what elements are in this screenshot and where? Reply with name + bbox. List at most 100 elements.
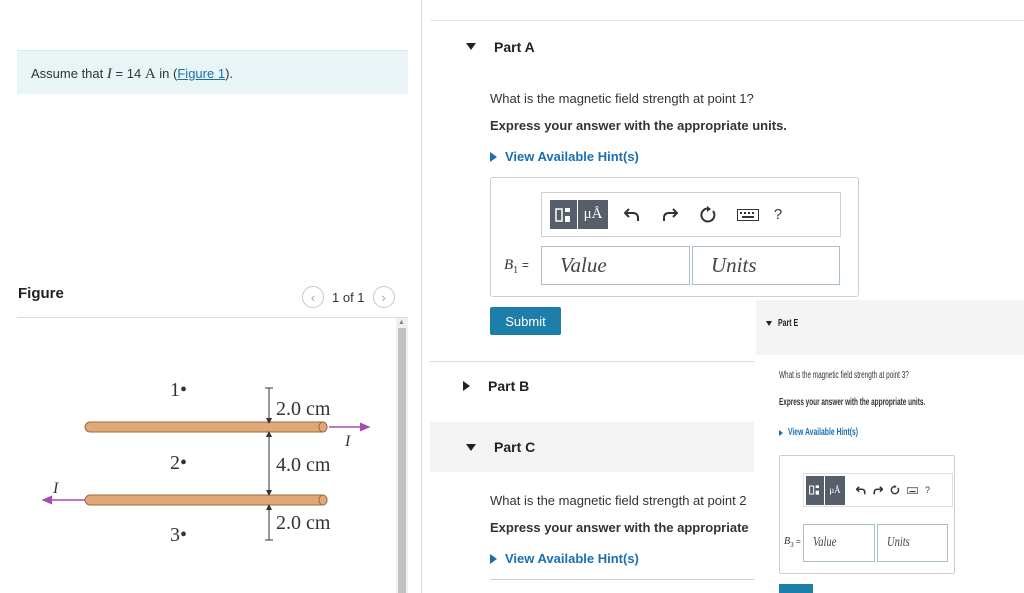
variable-subscript: 3 [790, 541, 794, 549]
scroll-thumb[interactable] [398, 328, 406, 593]
expand-icon [490, 553, 497, 564]
variable-equals: = [796, 537, 801, 546]
part-a-toolbar: μÅ ? [541, 192, 841, 237]
bottom-wire [84, 494, 328, 506]
part-a-question: What is the magnetic field strength at p… [490, 91, 754, 106]
next-figure-button[interactable]: › [372, 286, 395, 308]
part-c-question: What is the magnetic field strength at p… [490, 493, 747, 508]
scroll-up-icon[interactable]: ▲ [398, 319, 405, 326]
units-placeholder: Units [711, 253, 757, 277]
variable-equals: = [521, 258, 529, 272]
assume-statement: Assume that I = 14 A in (Figure 1). [17, 50, 408, 94]
point-2-label: 2• [170, 452, 187, 474]
figure-scrollbar[interactable]: ▲ [396, 318, 408, 593]
top-wire [84, 421, 328, 433]
bottom-current-label: I [52, 480, 59, 497]
point-1-label: 1• [170, 379, 187, 401]
part-c-hint-link[interactable]: View Available Hint(s) [490, 551, 639, 566]
template-icon [809, 485, 819, 495]
undo-icon [624, 207, 639, 221]
collapse-icon [766, 321, 772, 326]
part-e-answer-box: μÅ ? B3 = Value Units [779, 455, 955, 574]
help-icon[interactable]: ? [925, 485, 930, 495]
part-a-submit-button[interactable]: Submit [490, 307, 561, 335]
undo-icon[interactable] [856, 485, 866, 495]
part-e-variable-label: B3 = [784, 536, 801, 549]
part-a-units-input[interactable]: Units [692, 246, 840, 285]
assume-mid: in [159, 66, 170, 81]
part-e-units-input[interactable]: Units [877, 524, 948, 562]
pager-label: 1 of 1 [332, 289, 365, 305]
collapse-icon [466, 43, 476, 50]
part-c-instruction: Express your answer with the appropriate [490, 520, 749, 535]
part-e-panel: Part E What is the magnetic field streng… [756, 300, 1024, 593]
keyboard-icon [737, 208, 759, 221]
value-placeholder: Value [813, 535, 837, 550]
assume-prefix: Assume that [31, 66, 104, 81]
current-variable: I [106, 66, 112, 82]
keyboard-button[interactable] [733, 200, 763, 229]
help-icon: ? [773, 206, 783, 223]
part-e-instruction: Express your answer with the appropriate… [779, 397, 926, 408]
part-a-variable-label: B1 = [504, 257, 529, 276]
figure-diagram: I I 1• 2• 3• 2.0 cm 4.0 cm 2.0 cm [41, 379, 371, 546]
expand-icon [463, 381, 470, 391]
part-c-title: Part C [494, 439, 536, 455]
dim-label-1: 2.0 cm [276, 398, 331, 420]
top-current-label: I [344, 433, 351, 450]
part-e-header[interactable]: Part E [756, 300, 1024, 355]
undo-button[interactable] [617, 200, 647, 229]
expand-icon [490, 151, 497, 162]
reset-icon [700, 205, 716, 222]
hint-label: View Available Hint(s) [788, 427, 859, 438]
reset-button[interactable] [693, 200, 723, 229]
units-button[interactable]: μÅ [825, 475, 846, 505]
value-placeholder: Value [560, 253, 607, 277]
part-e-question: What is the magnetic field strength at p… [779, 370, 909, 381]
part-a-value-input[interactable]: Value [541, 246, 690, 285]
dim-label-3: 2.0 cm [276, 512, 331, 534]
chevron-left-icon: ‹ [310, 289, 316, 305]
figure-pager: ‹ 1 of 1 › [302, 286, 395, 308]
assume-suffix: ). [225, 66, 234, 81]
left-pane: Assume that I = 14 A in (Figure 1). Figu… [0, 0, 422, 593]
variable-subscript: 1 [513, 265, 519, 276]
part-e-value-input[interactable]: Value [803, 524, 875, 562]
figure-link[interactable]: Figure 1 [177, 66, 225, 81]
part-e-toolbar: μÅ ? [803, 473, 953, 507]
expand-icon [779, 429, 783, 436]
figure-title: Figure [18, 285, 64, 302]
units-icon: μÅ [583, 206, 603, 222]
part-a-answer-box: μÅ ? B1 = Value Units [490, 177, 859, 297]
collapse-icon [466, 443, 476, 451]
part-b-title: Part B [488, 378, 530, 394]
part-b-header[interactable]: Part B [430, 360, 754, 412]
variable-letter: B [504, 257, 514, 273]
part-e-hint-link[interactable]: View Available Hint(s) [779, 427, 891, 438]
redo-icon [663, 207, 678, 221]
part-e-submit-button[interactable] [779, 584, 813, 593]
hint-label: View Available Hint(s) [505, 149, 639, 164]
part-a-hint-link[interactable]: View Available Hint(s) [490, 149, 639, 164]
part-a-title: Part A [494, 38, 535, 55]
help-button[interactable]: ? [763, 200, 793, 229]
units-button[interactable]: μÅ [578, 200, 609, 229]
reset-icon[interactable] [890, 485, 900, 495]
units-placeholder: Units [887, 535, 910, 550]
redo-button[interactable] [655, 200, 685, 229]
template-button[interactable] [550, 200, 578, 229]
redo-icon[interactable] [873, 485, 883, 495]
units-icon: μÅ [829, 485, 841, 495]
part-a-header[interactable]: Part A [430, 20, 1024, 72]
prev-figure-button[interactable]: ‹ [302, 286, 324, 308]
keyboard-icon[interactable] [907, 486, 918, 494]
current-value: = 14 [115, 66, 142, 81]
chevron-right-icon: › [381, 289, 386, 305]
part-c-answer-box-top [490, 579, 754, 580]
hint-label: View Available Hint(s) [505, 551, 639, 566]
dim-label-2: 4.0 cm [276, 454, 331, 476]
template-button[interactable] [806, 475, 825, 505]
part-e-title: Part E [778, 318, 799, 329]
point-3-label: 3• [170, 524, 187, 546]
part-c-header[interactable]: Part C [430, 422, 754, 472]
